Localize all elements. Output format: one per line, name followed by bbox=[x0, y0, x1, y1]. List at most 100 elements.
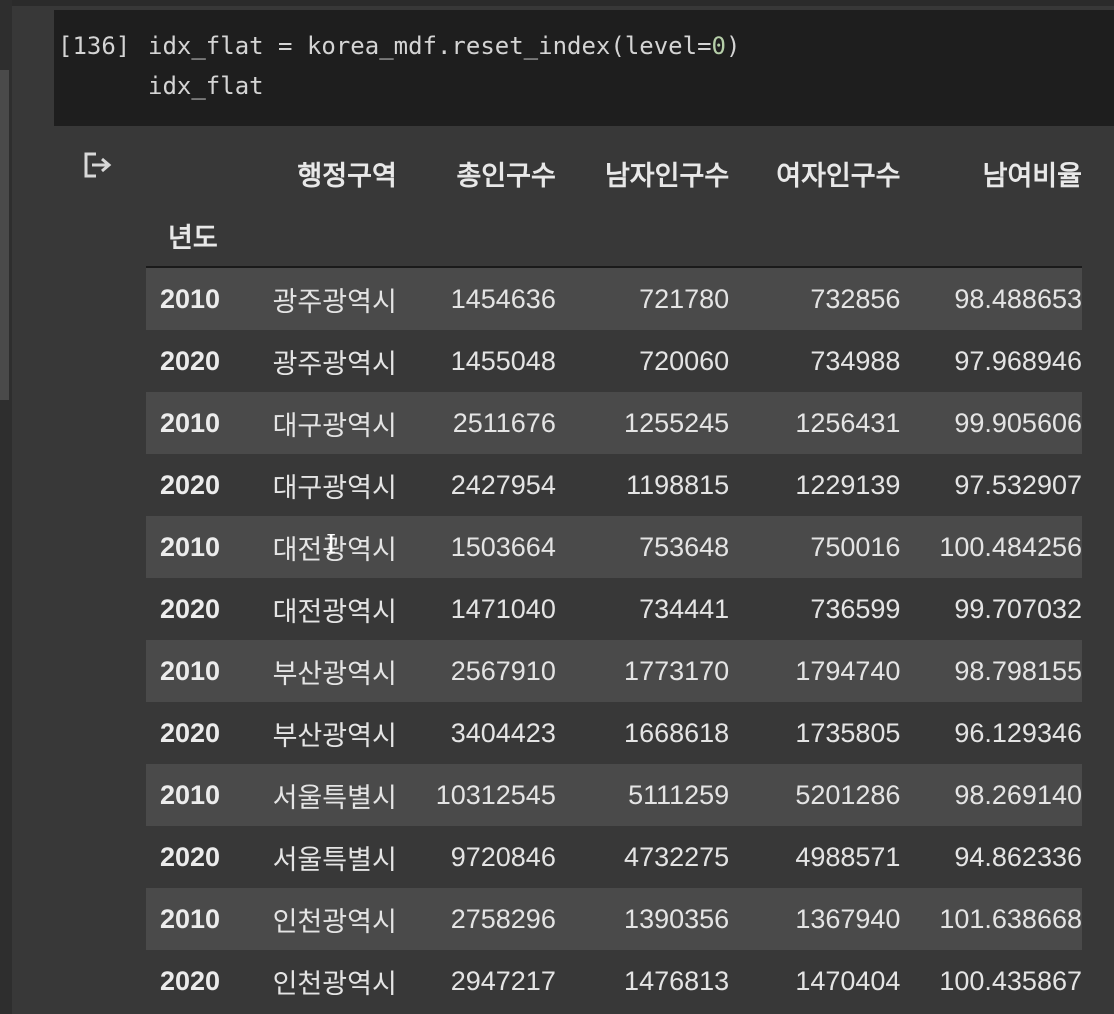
cell-ratio: 100.484256 bbox=[939, 531, 1082, 562]
row-index-year: 2020 bbox=[160, 345, 221, 376]
cell-ratio: 98.269140 bbox=[954, 779, 1082, 810]
cell-male: 4732275 bbox=[624, 841, 730, 872]
cell-female: 1367940 bbox=[795, 903, 901, 934]
table-row: 2020 광주광역시 1455048 720060 734988 97.968946 bbox=[146, 330, 1082, 392]
cell-female: 732856 bbox=[810, 283, 901, 314]
row-index-year: 2010 bbox=[160, 407, 221, 438]
cell-male: 5111259 bbox=[628, 779, 730, 810]
cell-female: 1735805 bbox=[795, 717, 901, 748]
cell-male: 721780 bbox=[639, 283, 730, 314]
cell-ratio: 99.905606 bbox=[954, 407, 1082, 438]
cell-female: 1256431 bbox=[795, 407, 901, 438]
row-index-year: 2010 bbox=[160, 531, 221, 562]
table-row: 2020 부산광역시 3404423 1668618 1735805 96.129346 bbox=[146, 702, 1082, 764]
cell-male: 1668618 bbox=[624, 717, 730, 748]
row-index-year: 2010 bbox=[160, 283, 221, 314]
row-index-year: 2010 bbox=[160, 779, 221, 810]
table-row: 2010 광주광역시 1454636 721780 732856 98.488653 bbox=[146, 267, 1082, 330]
cell-total: 2567910 bbox=[450, 655, 556, 686]
row-index-year: 2010 bbox=[160, 655, 221, 686]
column-header: 남여비율 bbox=[982, 160, 1082, 191]
cell-region: 광주광역시 bbox=[272, 348, 397, 379]
index-corner bbox=[146, 142, 246, 204]
code-line-2[interactable]: idx_flat bbox=[148, 72, 264, 100]
cell-top-border bbox=[0, 0, 1114, 6]
table-row: 2020 서울특별시 9720846 4732275 4988571 94.862336 bbox=[146, 826, 1082, 888]
cell-region: 대구광역시 bbox=[272, 472, 397, 503]
cell-ratio: 101.638668 bbox=[939, 903, 1082, 934]
cell-ratio: 99.707032 bbox=[954, 593, 1082, 624]
cell-ratio: 98.798155 bbox=[954, 655, 1082, 686]
cell-female: 736599 bbox=[810, 593, 901, 624]
cell-female: 1794740 bbox=[795, 655, 901, 686]
cell-ratio: 97.968946 bbox=[954, 345, 1082, 376]
row-index-year: 2020 bbox=[160, 593, 221, 624]
cell-male: 753648 bbox=[639, 531, 730, 562]
column-header: 남자인구수 bbox=[604, 160, 730, 191]
table-row: 2010 대전광역시 1503664 753648 750016 100.484256 bbox=[146, 516, 1082, 578]
cell-total: 2947217 bbox=[450, 965, 556, 996]
cell-male: 734441 bbox=[639, 593, 730, 624]
cell-scroll-indicator[interactable] bbox=[0, 70, 9, 400]
row-index-year: 2020 bbox=[160, 717, 221, 748]
cell-female: 750016 bbox=[810, 531, 901, 562]
table-row: 2010 서울특별시 10312545 5111259 5201286 98.269140 bbox=[146, 764, 1082, 826]
table-row: 2010 대구광역시 2511676 1255245 1256431 99.905606 bbox=[146, 392, 1082, 454]
cell-male: 1390356 bbox=[624, 903, 730, 934]
table-row: 2020 대구광역시 2427954 1198815 1229139 97.532907 bbox=[146, 454, 1082, 516]
table-row: 2010 부산광역시 2567910 1773170 1794740 98.798155 bbox=[146, 640, 1082, 702]
cell-region: 인천광역시 bbox=[272, 968, 397, 999]
column-header: 여자인구수 bbox=[776, 160, 901, 191]
row-index-year: 2010 bbox=[160, 903, 221, 934]
dataframe-output: 행정구역 총인구수 남자인구수 여자인구수 남여비율 년도 2010 광주광역시 1… bbox=[146, 142, 1082, 1012]
table-row: 2020 인천광역시 2947217 1476813 1470404 100.435867 bbox=[146, 950, 1082, 1012]
cell-region: 광주광역시 bbox=[272, 286, 397, 317]
cell-female: 5201286 bbox=[795, 779, 901, 810]
cell-region: 부산광역시 bbox=[272, 720, 397, 751]
cell-female: 1229139 bbox=[795, 469, 901, 500]
cell-male: 1476813 bbox=[624, 965, 730, 996]
cell-total: 9720846 bbox=[450, 841, 556, 872]
text-cursor-icon: I bbox=[326, 530, 337, 560]
cell-female: 4988571 bbox=[795, 841, 901, 872]
cell-male: 1255245 bbox=[624, 407, 730, 438]
cell-region: 서울특별시 bbox=[272, 844, 397, 875]
cell-total: 2758296 bbox=[450, 903, 556, 934]
cell-region: 부산광역시 bbox=[272, 658, 397, 689]
cell-total: 1503664 bbox=[450, 531, 556, 562]
cell-female: 734988 bbox=[810, 345, 901, 376]
column-header-row: 행정구역 총인구수 남자인구수 여자인구수 남여비율 bbox=[146, 142, 1082, 204]
cell-region: 인천광역시 bbox=[272, 906, 397, 937]
table-row: 2010 인천광역시 2758296 1390356 1367940 101.638668 bbox=[146, 888, 1082, 950]
row-index-year: 2020 bbox=[160, 965, 221, 996]
cell-ratio: 96.129346 bbox=[954, 717, 1082, 748]
index-name-row: 년도 bbox=[146, 204, 1082, 268]
cell-female: 1470404 bbox=[795, 965, 901, 996]
cell-region: 대전광역시 bbox=[272, 534, 397, 565]
cell-region: 서울특별시 bbox=[272, 782, 397, 813]
output-redirect-icon[interactable] bbox=[82, 150, 114, 180]
cell-total: 10312545 bbox=[435, 779, 556, 810]
column-header: 행정구역 bbox=[297, 160, 397, 191]
code-line-1[interactable]: idx_flat = korea_mdf.reset_index(level=0… bbox=[148, 32, 740, 60]
cell-ratio: 94.862336 bbox=[954, 841, 1082, 872]
cell-total: 2427954 bbox=[450, 469, 556, 500]
cell-ratio: 97.532907 bbox=[954, 469, 1082, 500]
cell-ratio: 98.488653 bbox=[954, 283, 1082, 314]
cell-region: 대전광역시 bbox=[272, 596, 397, 627]
cell-ratio: 100.435867 bbox=[939, 965, 1082, 996]
table-row: 2020 대전광역시 1471040 734441 736599 99.707032 bbox=[146, 578, 1082, 640]
cell-total: 3404423 bbox=[450, 717, 556, 748]
cell-male: 720060 bbox=[639, 345, 730, 376]
cell-region: 대구광역시 bbox=[272, 410, 397, 441]
row-index-year: 2020 bbox=[160, 469, 221, 500]
cell-male: 1773170 bbox=[624, 655, 730, 686]
cell-total: 1455048 bbox=[450, 345, 556, 376]
cell-total: 1471040 bbox=[450, 593, 556, 624]
index-name: 년도 bbox=[146, 204, 246, 268]
row-index-year: 2020 bbox=[160, 841, 221, 872]
column-header: 총인구수 bbox=[456, 160, 556, 191]
table-body: 2010 광주광역시 1454636 721780 732856 98.488653 202… bbox=[146, 267, 1082, 1012]
cell-total: 2511676 bbox=[452, 407, 556, 438]
code-cell[interactable] bbox=[54, 10, 1114, 126]
